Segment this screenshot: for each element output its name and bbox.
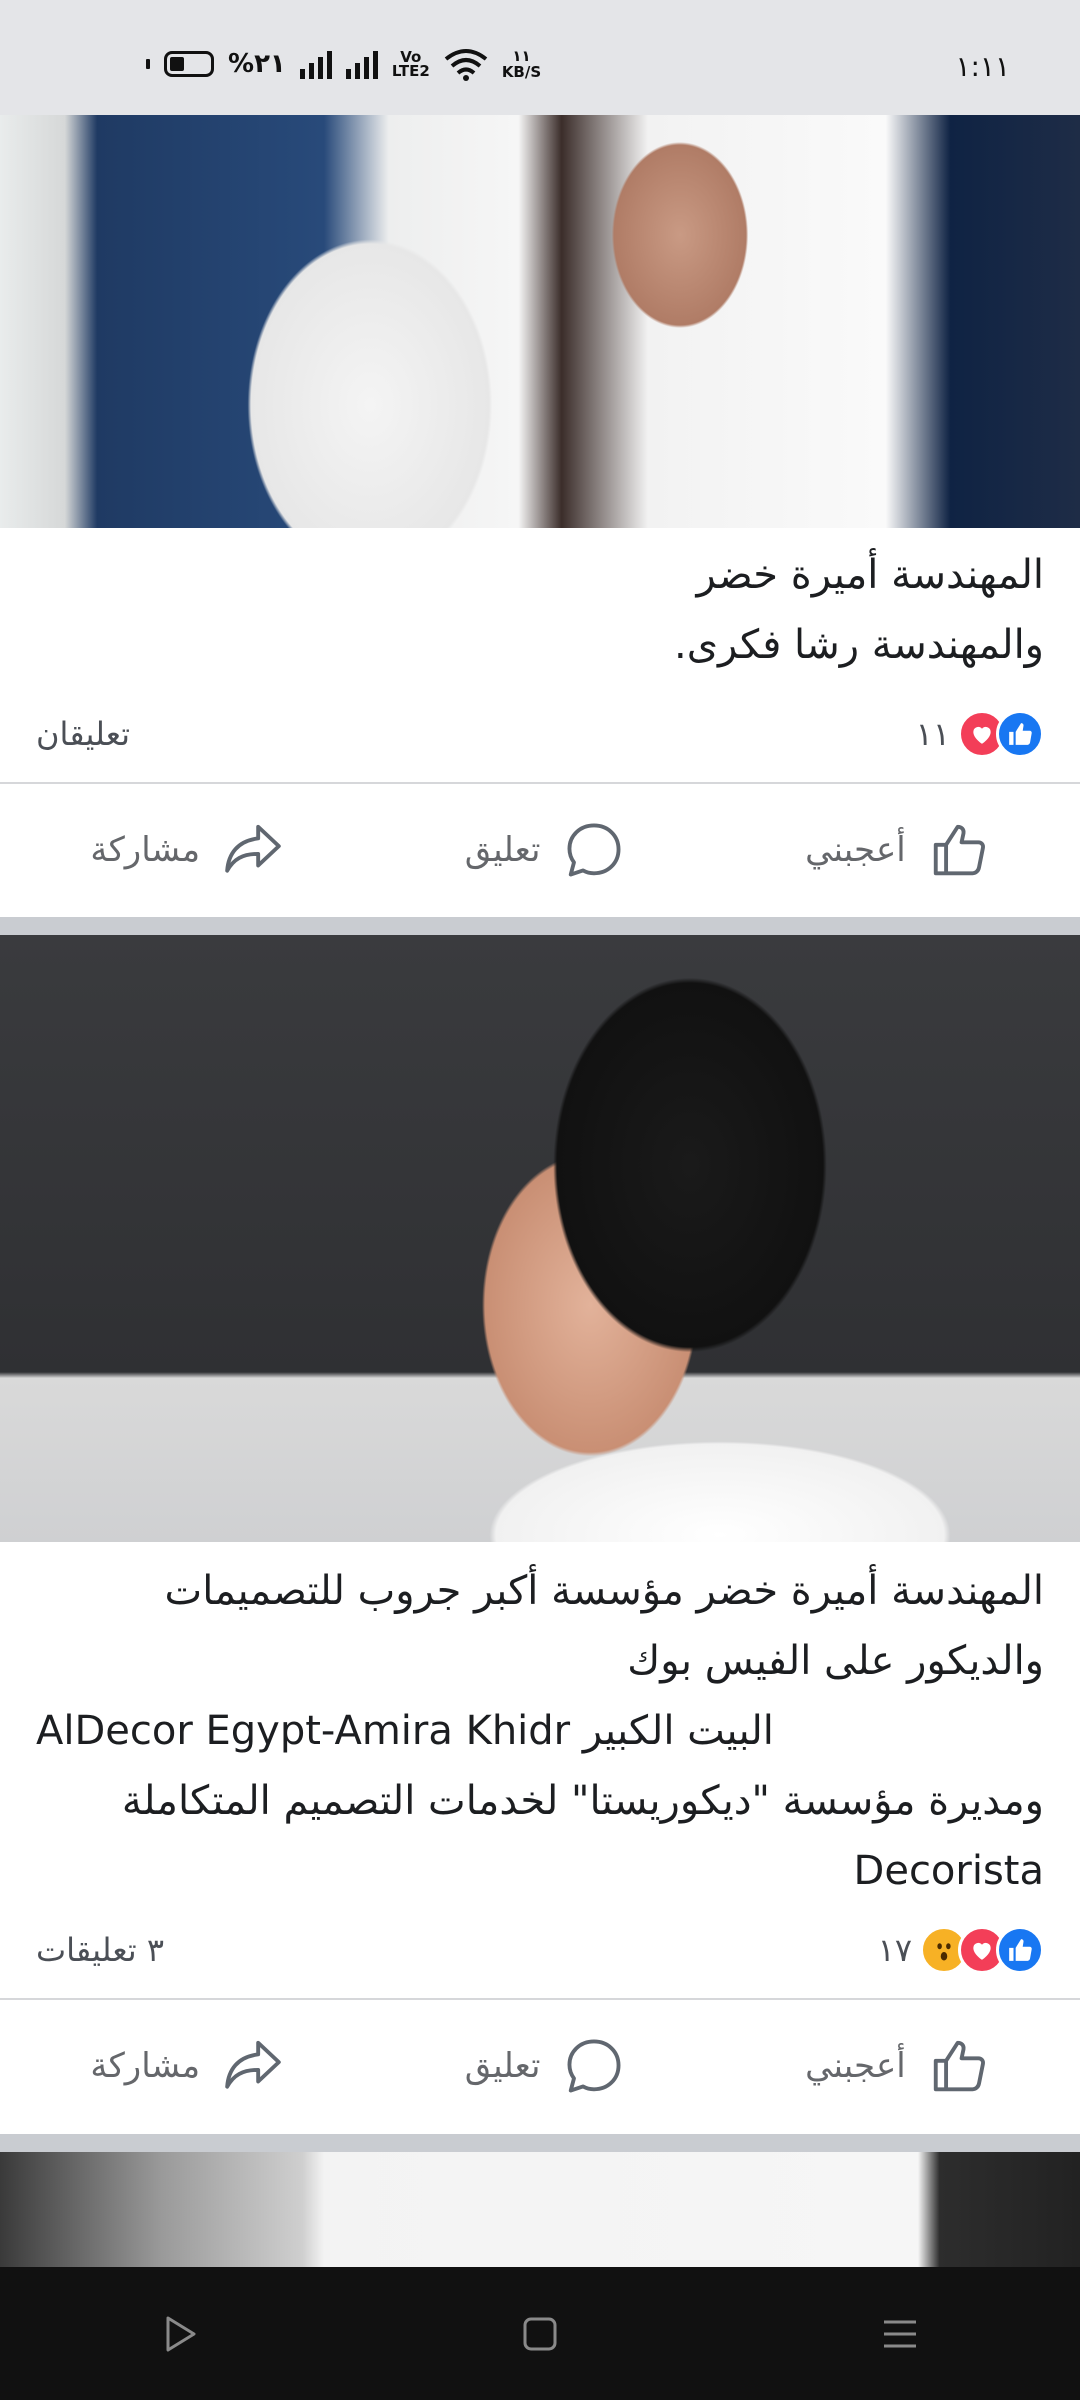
back-icon [166, 2316, 196, 2351]
post-photo[interactable] [0, 935, 1080, 1542]
share-label: مشاركة [90, 830, 201, 870]
like-label: أعجبني [805, 2046, 906, 2086]
caption-line: ومديرة مؤسسة "ديكوريستا" لخدمات التصميم … [121, 1778, 1044, 1824]
reaction-icons [958, 710, 1044, 758]
battery-icon [146, 51, 214, 77]
share-icon [225, 824, 281, 873]
like-button[interactable]: أعجبني [805, 819, 990, 881]
caption-line: والمهندسة رشا فكرى. [674, 622, 1044, 668]
post-actions: أعجبني تعليق مشاركة [0, 2001, 1080, 2131]
thumbs-up-icon [933, 2040, 985, 2092]
post-actions: أعجبني تعليق مشاركة [0, 785, 1080, 915]
share-button[interactable]: مشاركة [90, 819, 284, 881]
caption-line: Decorista [853, 1848, 1044, 1894]
thumbs-up-icon [933, 824, 985, 876]
caption-line: المهندسة أميرة خضر [696, 552, 1044, 598]
like-button[interactable]: أعجبني [805, 2035, 990, 2097]
reaction-icons [920, 1926, 1044, 1974]
caption-line: والديكور على الفيس بوك [627, 1638, 1044, 1684]
recents-button[interactable] [870, 2304, 930, 2364]
volte-icon: Vo LTE2 [391, 48, 430, 80]
comment-icon [567, 823, 620, 877]
home-icon [523, 2317, 557, 2350]
caption-line: المهندسة أميرة خضر مؤسسة أكبر جروب للتصم… [164, 1568, 1044, 1614]
post-caption: المهندسة أميرة خضر مؤسسة أكبر جروب للتصم… [36, 1556, 1044, 1906]
status-bar: %٢١ Vo LTE2 ١١ KB/S ١:١١ [0, 0, 1080, 115]
reactions-summary: ٣ تعليقات ١٧ [36, 1922, 1044, 1978]
wifi-icon [444, 49, 488, 81]
post-photo[interactable] [0, 2152, 1080, 2267]
comments-count[interactable]: تعليقان [36, 715, 130, 753]
caption-line: البيت الكبير AlDecor Egypt-Amira Khidr [36, 1708, 774, 1754]
comment-button[interactable]: تعليق [465, 819, 625, 881]
navigation-bar [0, 2267, 1080, 2400]
like-label: أعجبني [805, 830, 906, 870]
post-separator [0, 2134, 1080, 2152]
share-button[interactable]: مشاركة [90, 2035, 284, 2097]
status-icons: %٢١ Vo LTE2 ١١ KB/S [146, 44, 542, 84]
divider [0, 782, 1080, 784]
comment-icon [567, 2039, 620, 2093]
comment-button[interactable]: تعليق [465, 2035, 625, 2097]
reactions-summary: تعليقان ١١ [36, 706, 1044, 762]
clock: ١:١١ [955, 50, 1010, 83]
like-icon [996, 710, 1044, 758]
home-button[interactable] [510, 2304, 570, 2364]
reaction-group[interactable]: ١٧ [878, 1926, 1044, 1974]
post-caption: المهندسة أميرة خضر والمهندسة رشا فكرى. [36, 540, 1044, 680]
post-photo[interactable] [0, 115, 1080, 528]
back-button[interactable] [150, 2304, 210, 2364]
share-icon [225, 2040, 281, 2089]
menu-icon [884, 2320, 916, 2347]
comment-label: تعليق [464, 2046, 541, 2086]
like-icon [996, 1926, 1044, 1974]
divider [0, 1998, 1080, 2000]
post-separator [0, 917, 1080, 935]
battery-percent: %٢١ [228, 49, 286, 79]
share-label: مشاركة [90, 2046, 201, 2086]
comments-count[interactable]: ٣ تعليقات [36, 1931, 164, 1969]
network-speed: ١١ KB/S [501, 47, 542, 81]
reaction-count: ١١ [915, 715, 950, 753]
comment-label: تعليق [464, 830, 541, 870]
reaction-count: ١٧ [877, 1931, 912, 1969]
signal-icon [299, 49, 332, 79]
signal-icon-2 [345, 49, 378, 79]
reaction-group[interactable]: ١١ [916, 710, 1044, 758]
